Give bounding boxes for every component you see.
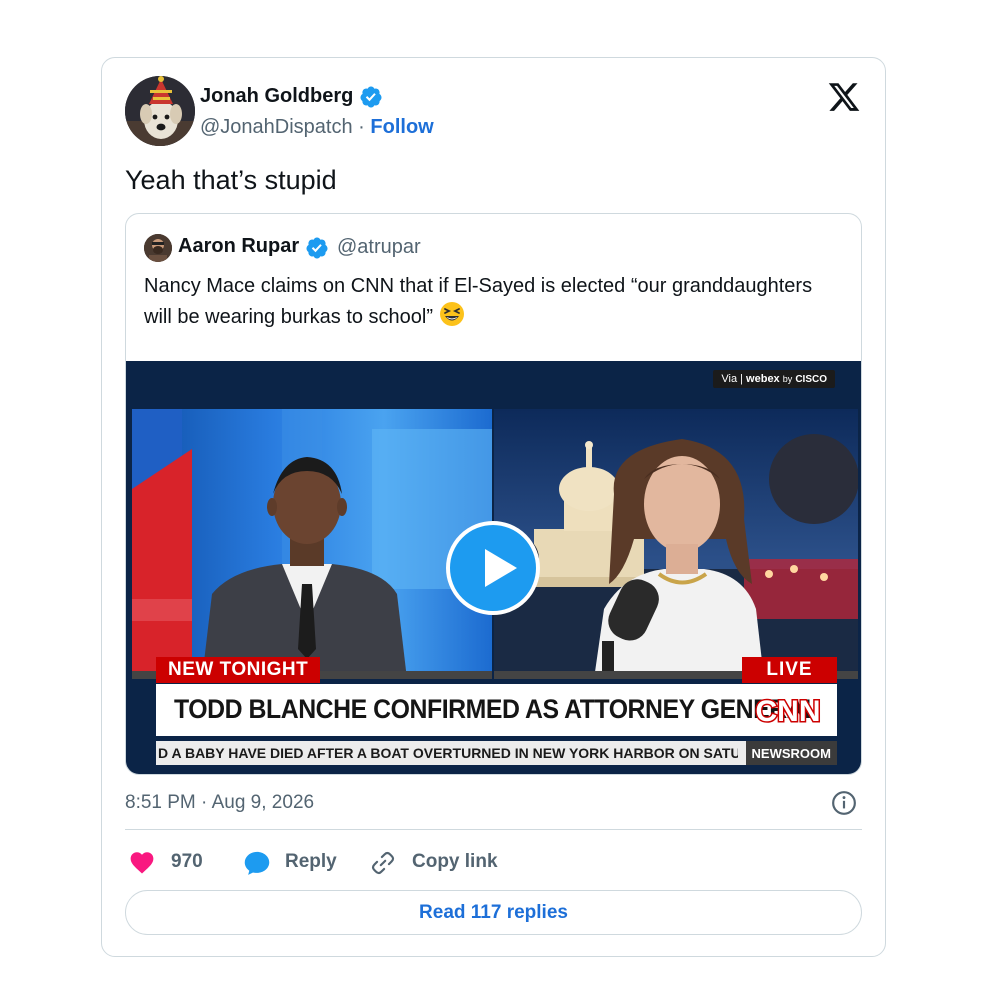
- tweet-timestamp[interactable]: 8:51 PM · Aug 9, 2026: [125, 792, 314, 814]
- quoted-author-avatar[interactable]: [144, 234, 172, 262]
- author-handle[interactable]: @JonahDispatch: [200, 116, 353, 138]
- author-name[interactable]: Jonah Goldberg: [200, 85, 353, 108]
- quoted-tweet-text-body: Nancy Mace claims on CNN that if El-Saye…: [144, 275, 813, 328]
- tweet-card: Jonah Goldberg @JonahDispatch · Follow Y…: [101, 57, 886, 957]
- quoted-tweet[interactable]: Aaron Rupar @atrupar Nancy Mace claims o…: [125, 213, 862, 775]
- reply-bubble-icon: [244, 851, 270, 875]
- new-tonight-tag: NEW TONIGHT: [156, 657, 321, 683]
- footer-divider: [125, 829, 862, 830]
- quoted-author-name[interactable]: Aaron Rupar: [178, 235, 299, 258]
- dog-avatar-icon: [125, 76, 195, 146]
- link-icon: [371, 851, 395, 875]
- info-icon[interactable]: [831, 790, 857, 816]
- author-handle-row: @JonahDispatch · Follow: [200, 116, 434, 139]
- reply-button[interactable]: Reply: [243, 848, 353, 878]
- studio-anchor-panel: [132, 409, 492, 679]
- like-count: 970: [171, 851, 203, 872]
- remote-guest-panel: [494, 409, 858, 679]
- x-logo-icon[interactable]: [827, 80, 861, 114]
- anchor-scene-icon: [132, 409, 492, 679]
- author-avatar[interactable]: [125, 76, 195, 146]
- watermark-brand: webex: [746, 373, 780, 385]
- like-button[interactable]: 970: [129, 848, 219, 878]
- person-avatar-icon: [144, 234, 172, 262]
- heart-icon: [130, 852, 154, 874]
- cnn-logo-text: CNN: [756, 695, 821, 728]
- ticker-text: D A BABY HAVE DIED AFTER A BOAT OVERTURN…: [158, 745, 738, 761]
- video-player[interactable]: Via | webex by CISCO NEW TONIGHT LIVE TO…: [126, 361, 861, 774]
- watermark-cisco: CISCO: [795, 374, 827, 385]
- headline-bar: TODD BLANCHE CONFIRMED AS ATTORNEY GENER…: [156, 684, 837, 736]
- copy-link-label: Copy link: [412, 851, 498, 872]
- verified-badge-icon: [360, 86, 382, 108]
- ticker-tag: NEWSROOM: [745, 741, 837, 765]
- watermark-by: by: [782, 374, 793, 384]
- copy-link-button[interactable]: Copy link: [370, 848, 510, 878]
- verified-badge-icon: [306, 237, 328, 259]
- follow-button[interactable]: Follow: [370, 116, 433, 138]
- live-tag: LIVE: [742, 657, 837, 683]
- play-button[interactable]: [446, 521, 540, 615]
- handle-separator: ·: [358, 116, 365, 138]
- webex-watermark: Via | webex by CISCO: [713, 370, 835, 388]
- guest-scene-icon: [494, 434, 858, 679]
- cnn-logo-icon: CNN: [754, 694, 822, 729]
- quoted-tweet-text: Nancy Mace claims on CNN that if El-Saye…: [144, 271, 844, 332]
- reply-label: Reply: [285, 851, 337, 872]
- headline-text: TODD BLANCHE CONFIRMED AS ATTORNEY GENER…: [174, 694, 819, 724]
- tweet-text: Yeah that’s stupid: [125, 165, 337, 195]
- watermark-via: Via: [721, 373, 738, 385]
- grinning-squinting-emoji-icon: [440, 302, 465, 326]
- quoted-author-handle[interactable]: @atrupar: [337, 236, 421, 259]
- read-replies-button[interactable]: Read 117 replies: [125, 890, 862, 935]
- news-ticker: D A BABY HAVE DIED AFTER A BOAT OVERTURN…: [156, 741, 837, 765]
